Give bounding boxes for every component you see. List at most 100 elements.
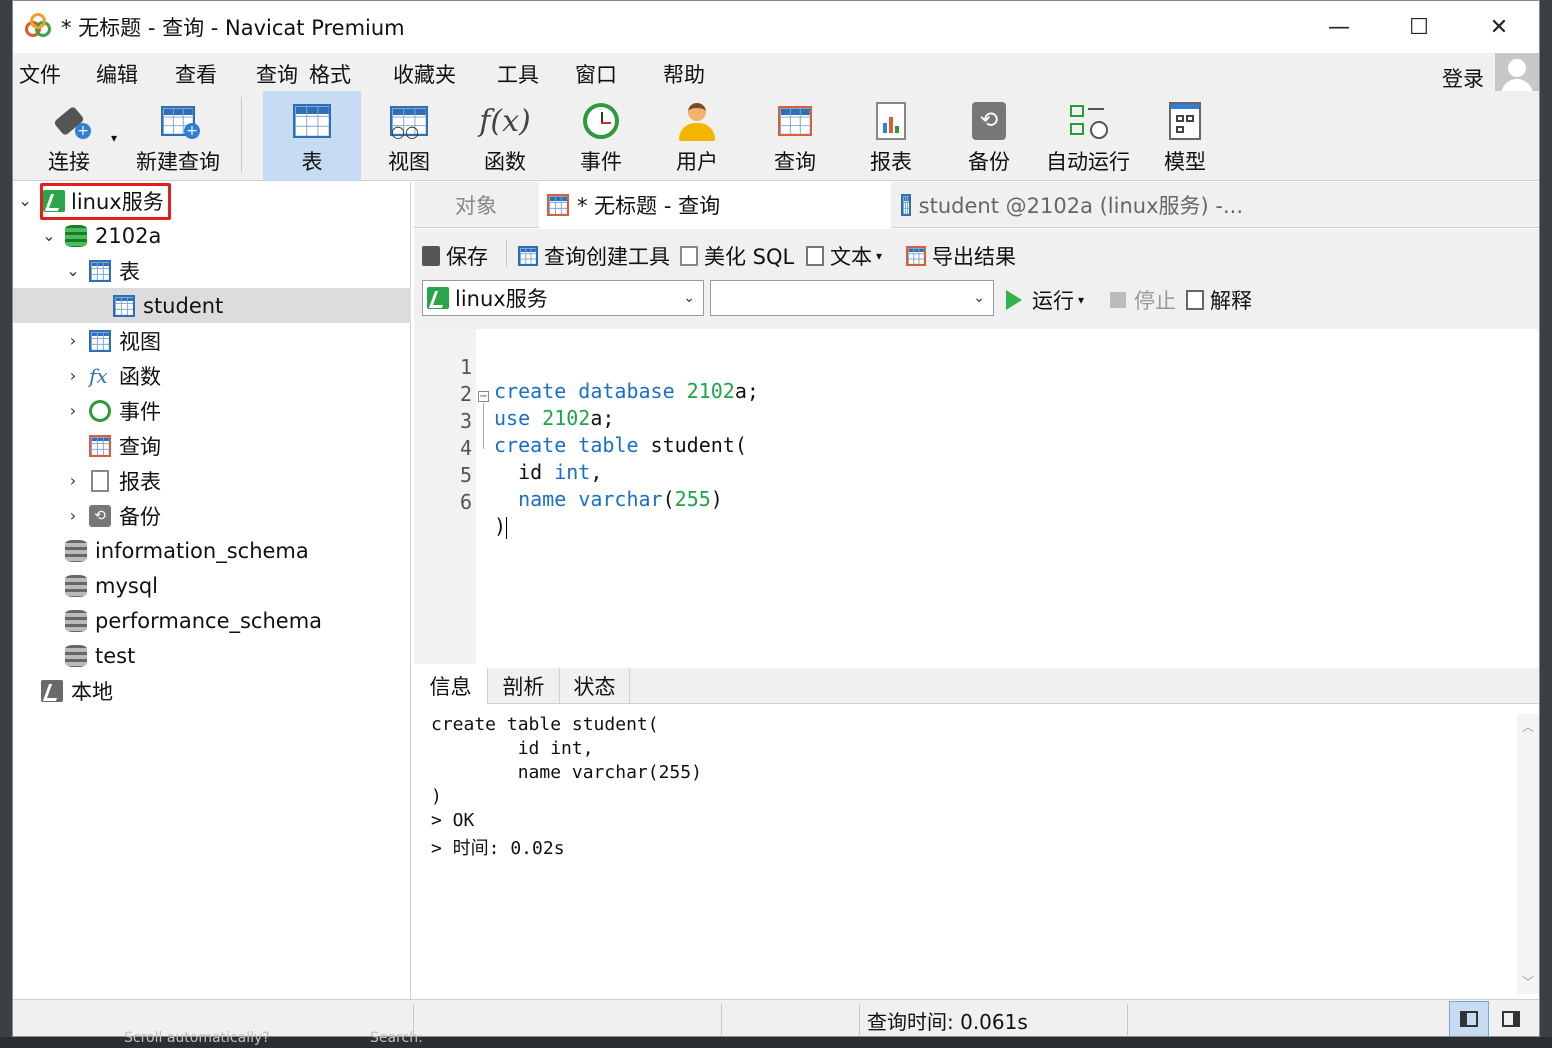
chevron-down-icon[interactable]: ⌄ xyxy=(39,226,59,245)
output-line: > 时间: 0.02s xyxy=(431,838,565,859)
tree-item-database-performance-schema[interactable]: performance_schema xyxy=(13,603,411,638)
tree-item-database-mysql[interactable]: mysql xyxy=(13,568,411,603)
chevron-right-icon[interactable]: › xyxy=(63,366,83,385)
chevron-down-icon[interactable]: ⌄ xyxy=(15,191,35,210)
event-button[interactable]: 事件 xyxy=(555,91,647,180)
connect-dropdown-icon[interactable]: ▾ xyxy=(111,131,117,145)
result-tabs: 信息 剖析 状态 xyxy=(414,668,1539,704)
tab-student-table[interactable]: student @2102a (linux服务) -... xyxy=(893,182,1243,228)
tab-objects[interactable]: 对象 xyxy=(414,182,538,228)
run-button[interactable]: 运行 ▾ xyxy=(1006,285,1084,315)
backup-icon: ⟲ xyxy=(89,504,111,527)
backup-icon: ⟲ xyxy=(967,99,1011,143)
code-line-3: 3 create table student( xyxy=(459,409,747,457)
output-line: > OK xyxy=(431,810,475,831)
left-pane-icon xyxy=(1460,1011,1478,1027)
tree-item-backups[interactable]: › ⟲ 备份 xyxy=(13,498,411,533)
chevron-right-icon[interactable]: › xyxy=(63,331,83,350)
sql-editor[interactable]: 1 create database 2102a; 2 use 2102a; 3 … xyxy=(414,329,1539,664)
minimize-button[interactable]: — xyxy=(1299,1,1379,53)
menu-edit[interactable]: 编辑 xyxy=(96,59,138,89)
close-icon: ✕ xyxy=(1489,14,1509,40)
query-builder-button[interactable]: 查询创建工具 xyxy=(518,241,670,271)
chevron-right-icon[interactable]: › xyxy=(63,471,83,490)
export-icon xyxy=(906,246,926,266)
connect-button[interactable]: + 连接 xyxy=(35,91,103,180)
layout-left-pane-button[interactable] xyxy=(1449,1001,1489,1036)
code-line-2: 2 use 2102a; xyxy=(459,382,615,430)
text-button[interactable]: 文本 ▾ xyxy=(806,241,882,271)
layout-right-pane-button[interactable] xyxy=(1491,1001,1531,1036)
toolbar-separator xyxy=(241,97,242,173)
menu-view[interactable]: 查看 xyxy=(175,59,217,89)
tab-untitled-query[interactable]: * 无标题 - 查询 xyxy=(539,182,891,228)
stop-button[interactable]: 停止 xyxy=(1110,285,1176,315)
save-icon xyxy=(422,246,440,266)
output-line: id int, xyxy=(431,738,594,759)
database-select[interactable]: ⌄ xyxy=(710,280,994,316)
scroll-down-icon[interactable]: ﹀ xyxy=(1522,973,1534,990)
run-dropdown-icon[interactable]: ▾ xyxy=(1078,293,1084,307)
menu-favorites[interactable]: 收藏夹 xyxy=(393,59,456,89)
menu-file[interactable]: 文件 xyxy=(19,59,61,89)
minimize-icon: — xyxy=(1328,14,1350,40)
tree-item-database-2102a[interactable]: ⌄ 2102a xyxy=(13,218,411,253)
menu-help[interactable]: 帮助 xyxy=(663,59,705,89)
scroll-up-icon[interactable]: ︿ xyxy=(1522,718,1534,735)
query-button[interactable]: 查询 xyxy=(749,91,841,180)
chevron-right-icon[interactable]: › xyxy=(63,401,83,420)
tree-item-views[interactable]: › 视图 xyxy=(13,323,411,358)
function-button[interactable]: f(x) 函数 xyxy=(459,91,551,180)
tree-item-database-test[interactable]: test xyxy=(13,638,411,673)
menu-bar: 文件 编辑 查看 查询 格式 收藏夹 工具 窗口 帮助 登录 xyxy=(13,53,1539,91)
new-query-icon: + xyxy=(156,99,200,143)
tree-item-table-student[interactable]: student xyxy=(13,288,411,323)
beautify-sql-button[interactable]: 美化 SQL xyxy=(680,241,794,271)
user-button[interactable]: 用户 xyxy=(651,91,743,180)
report-button[interactable]: 报表 xyxy=(845,91,937,180)
tree-item-functions[interactable]: › fx 函数 xyxy=(13,358,411,393)
tree-item-queries[interactable]: 查询 xyxy=(13,428,411,463)
menu-format[interactable]: 格式 xyxy=(309,59,351,89)
function-icon: fx xyxy=(89,363,108,388)
tab-status[interactable]: 状态 xyxy=(560,668,630,704)
query-builder-icon xyxy=(518,246,538,266)
explain-button[interactable]: 解释 xyxy=(1186,285,1252,315)
chevron-right-icon[interactable]: › xyxy=(63,506,83,525)
right-pane-icon xyxy=(1502,1011,1520,1027)
auto-run-button[interactable]: 自动运行 xyxy=(1039,91,1137,180)
text-dropdown-icon[interactable]: ▾ xyxy=(876,249,882,263)
fold-collapse-icon[interactable]: − xyxy=(478,391,489,402)
table-icon xyxy=(901,194,911,216)
vertical-scrollbar[interactable]: ︿ ﹀ xyxy=(1517,714,1539,994)
code-line-6: 6 ) xyxy=(459,490,508,539)
menu-tools[interactable]: 工具 xyxy=(497,59,539,89)
close-button[interactable]: ✕ xyxy=(1459,1,1539,53)
tree-item-tables[interactable]: ⌄ 表 xyxy=(13,253,411,288)
navicat-logo-icon xyxy=(25,13,53,41)
view-button[interactable]: ○○ 视图 xyxy=(363,91,455,180)
query-icon xyxy=(547,194,569,216)
save-button[interactable]: 保存 xyxy=(422,241,488,271)
table-button[interactable]: 表 xyxy=(263,91,361,180)
export-results-button[interactable]: 导出结果 xyxy=(906,241,1016,271)
menu-query[interactable]: 查询 xyxy=(256,59,298,89)
tab-profile[interactable]: 剖析 xyxy=(488,668,560,704)
chevron-down-icon[interactable]: ⌄ xyxy=(63,261,83,280)
message-output: create table student( id int, name varch… xyxy=(414,704,1539,999)
tree-item-reports[interactable]: › 报表 xyxy=(13,463,411,498)
clock-icon xyxy=(579,99,623,143)
backup-button[interactable]: ⟲ 备份 xyxy=(943,91,1035,180)
login-link[interactable]: 登录 xyxy=(1442,63,1484,93)
tab-info[interactable]: 信息 xyxy=(414,668,488,704)
tree-item-database-information-schema[interactable]: information_schema xyxy=(13,533,411,568)
tree-item-events[interactable]: › 事件 xyxy=(13,393,411,428)
tree-item-linux-connection[interactable]: ⌄ linux服务 xyxy=(13,183,411,220)
mysql-connection-icon xyxy=(41,679,63,702)
connection-select[interactable]: linux服务 ⌄ xyxy=(422,280,704,316)
tree-item-local-connection[interactable]: 本地 xyxy=(13,673,411,708)
menu-window[interactable]: 窗口 xyxy=(575,59,617,89)
maximize-button[interactable]: ☐ xyxy=(1379,1,1459,53)
new-query-button[interactable]: + 新建查询 xyxy=(123,91,233,180)
model-button[interactable]: 模型 xyxy=(1141,91,1229,180)
